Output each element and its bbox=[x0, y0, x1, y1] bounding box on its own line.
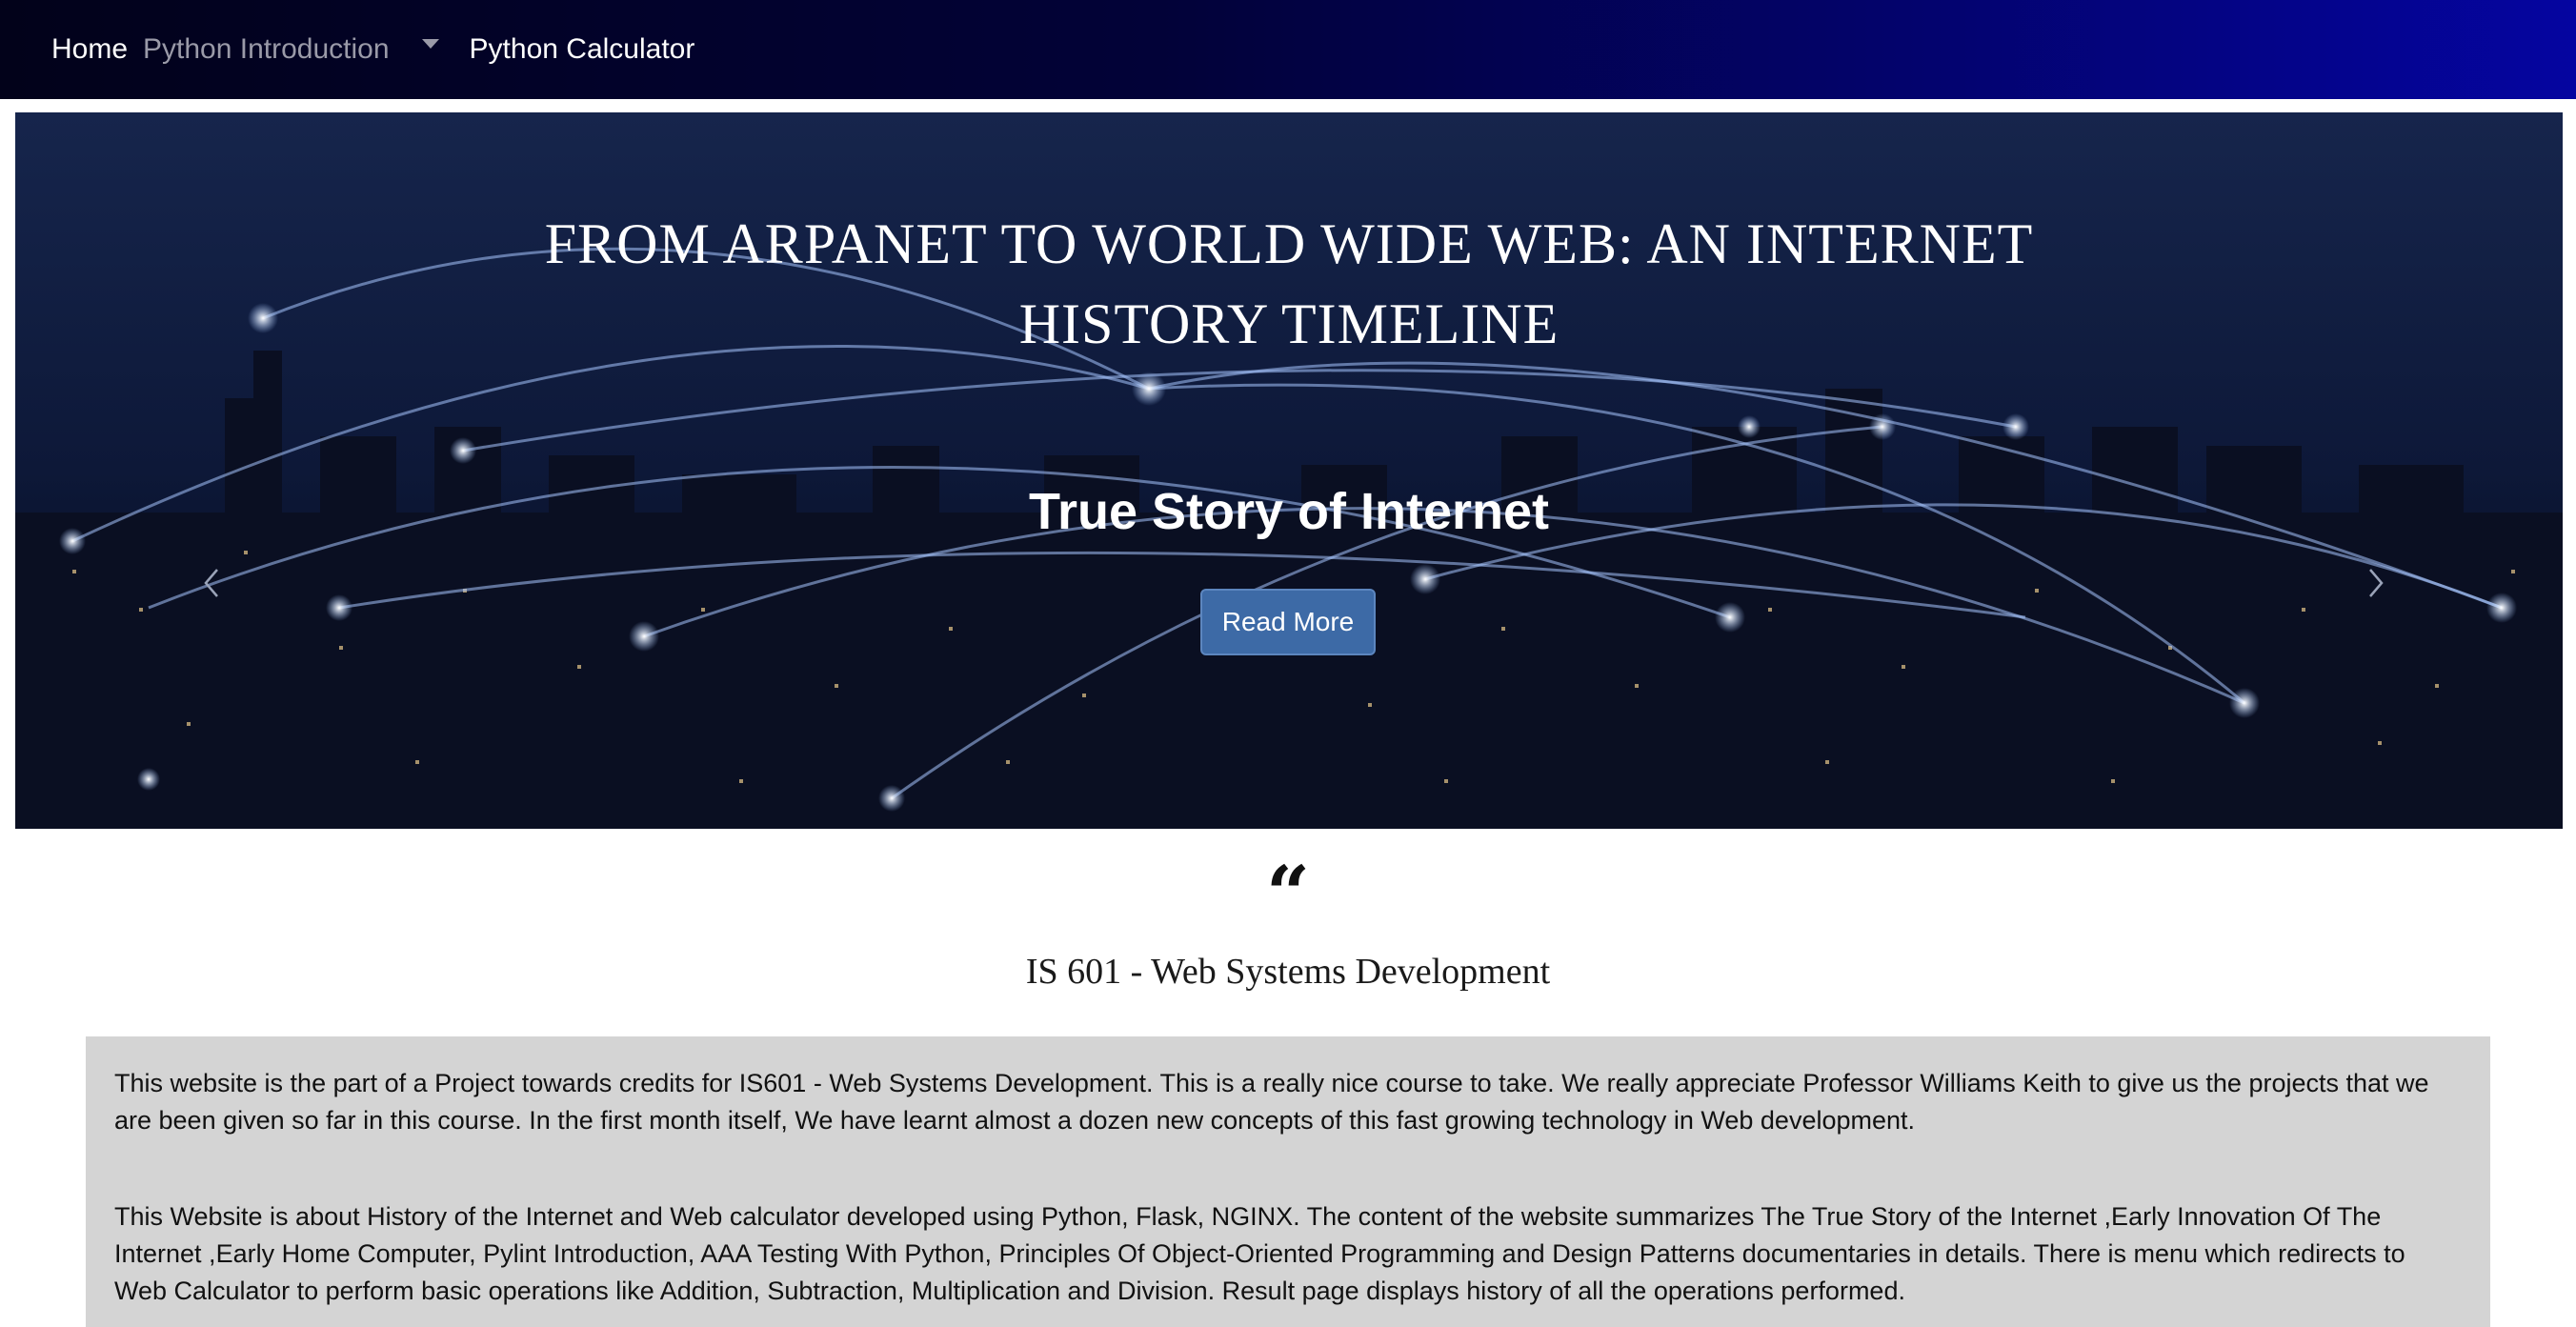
intro-paragraph-2: This Website is about History of the Int… bbox=[114, 1202, 2405, 1305]
slide-title: FROM ARPANET TO WORLD WIDE WEB: AN INTER… bbox=[15, 204, 2563, 364]
nav-home-link[interactable]: Home bbox=[51, 33, 128, 66]
top-navbar: Home Python Introduction Python Calculat… bbox=[0, 0, 2576, 99]
course-title: IS 601 - Web Systems Development bbox=[1025, 952, 1551, 992]
hero-carousel: FROM ARPANET TO WORLD WIDE WEB: AN INTER… bbox=[15, 112, 2563, 829]
read-more-button[interactable]: Read More bbox=[1200, 589, 1376, 655]
chevron-down-icon[interactable] bbox=[421, 39, 439, 49]
nav-python-introduction-dropdown[interactable]: Python Introduction bbox=[143, 33, 390, 66]
slide-caption: True Story of Internet bbox=[1028, 483, 1550, 540]
carousel-next-chevron-icon[interactable] bbox=[2365, 566, 2387, 600]
quote-icon: “ bbox=[1265, 849, 1310, 938]
slide-title-line-1: FROM ARPANET TO WORLD WIDE WEB: AN INTER… bbox=[544, 212, 2034, 275]
carousel-prev-chevron-icon[interactable] bbox=[200, 566, 223, 600]
nav-python-calculator-link[interactable]: Python Calculator bbox=[470, 33, 695, 66]
intro-content-box: This website is the part of a Project to… bbox=[86, 1036, 2490, 1327]
slide-title-line-2: HISTORY TIMELINE bbox=[1018, 292, 1560, 355]
intro-paragraph-1: This website is the part of a Project to… bbox=[114, 1069, 2429, 1135]
